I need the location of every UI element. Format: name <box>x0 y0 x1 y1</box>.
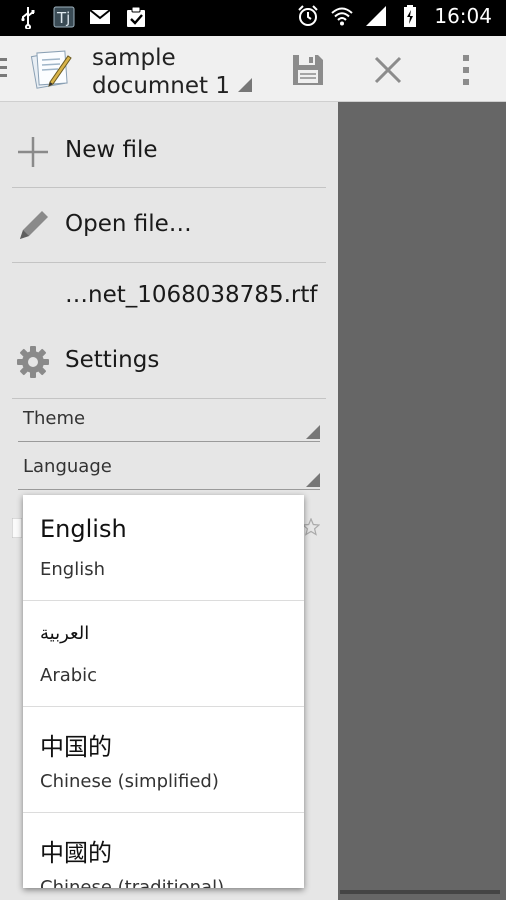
language-option-english[interactable]: English English <box>23 495 304 601</box>
language-option-chinese-simplified[interactable]: 中国的 Chinese (simplified) <box>23 707 304 813</box>
signal-icon <box>366 6 387 26</box>
close-icon <box>374 56 402 84</box>
language-dropdown-list: English English العربية Arabic 中国的 Chine… <box>23 495 304 888</box>
language-english-name: Chinese (simplified) <box>40 771 219 792</box>
star-icon[interactable] <box>302 518 320 536</box>
language-native-name: العربية <box>40 623 90 644</box>
theme-spinner[interactable]: Theme <box>18 402 320 442</box>
document-title[interactable]: sample documnet 1 <box>92 44 262 100</box>
dropdown-corner-icon <box>306 425 320 439</box>
language-native-name: English <box>40 515 127 543</box>
recent-file-item[interactable]: …net_1068038785.rtf <box>0 270 338 322</box>
dropdown-corner-icon <box>306 473 320 487</box>
divider <box>12 262 326 263</box>
alarm-icon <box>298 5 319 26</box>
divider <box>12 187 326 188</box>
close-button[interactable] <box>368 50 408 90</box>
gear-icon <box>17 346 49 378</box>
app-notification-icon: Tj <box>53 6 75 28</box>
recent-file-label: …net_1068038785.rtf <box>65 282 318 308</box>
theme-label: Theme <box>23 408 86 429</box>
new-file-item[interactable]: New file <box>0 124 338 180</box>
status-bar: Tj 16:04 <box>0 0 506 36</box>
pencil-icon <box>20 211 48 239</box>
language-english-name: Chinese (traditional) <box>40 877 225 888</box>
title-dropdown-icon[interactable] <box>238 78 252 92</box>
mail-icon <box>89 9 111 24</box>
app-bar: sample documnet 1 <box>0 36 506 102</box>
language-native-name: 中国的 <box>40 733 112 761</box>
new-file-label: New file <box>65 137 158 163</box>
notification-icons: Tj <box>16 5 148 29</box>
settings-item[interactable]: Settings <box>0 334 338 390</box>
language-option-arabic[interactable]: العربية Arabic <box>23 601 304 707</box>
language-english-name: Arabic <box>40 665 98 686</box>
plus-icon <box>18 137 48 167</box>
language-english-name: English <box>40 559 105 580</box>
system-icons: 16:04 <box>296 4 492 28</box>
overflow-menu-icon <box>463 55 469 85</box>
divider <box>12 398 326 399</box>
language-option-chinese-traditional[interactable]: 中國的 Chinese (traditional) <box>23 813 304 888</box>
app-logo-icon[interactable] <box>28 46 74 92</box>
language-label: Language <box>23 456 112 477</box>
open-file-item[interactable]: Open file… <box>0 198 338 254</box>
file-icon <box>12 518 22 538</box>
svg-text:Tj: Tj <box>56 9 70 27</box>
save-icon <box>293 55 323 85</box>
battery-charging-icon <box>404 5 417 27</box>
horizontal-scrollbar[interactable] <box>340 890 500 894</box>
open-file-label: Open file… <box>65 211 192 237</box>
clipboard-check-icon <box>127 6 145 27</box>
language-spinner[interactable]: Language <box>18 450 320 490</box>
clock: 16:04 <box>434 4 492 28</box>
settings-label: Settings <box>65 347 160 373</box>
drawer-indicator-icon[interactable] <box>0 58 8 82</box>
save-button[interactable] <box>288 50 328 90</box>
usb-icon <box>21 7 35 29</box>
wifi-icon <box>331 7 354 26</box>
overflow-menu-button[interactable] <box>446 50 486 90</box>
language-native-name: 中國的 <box>40 839 112 867</box>
